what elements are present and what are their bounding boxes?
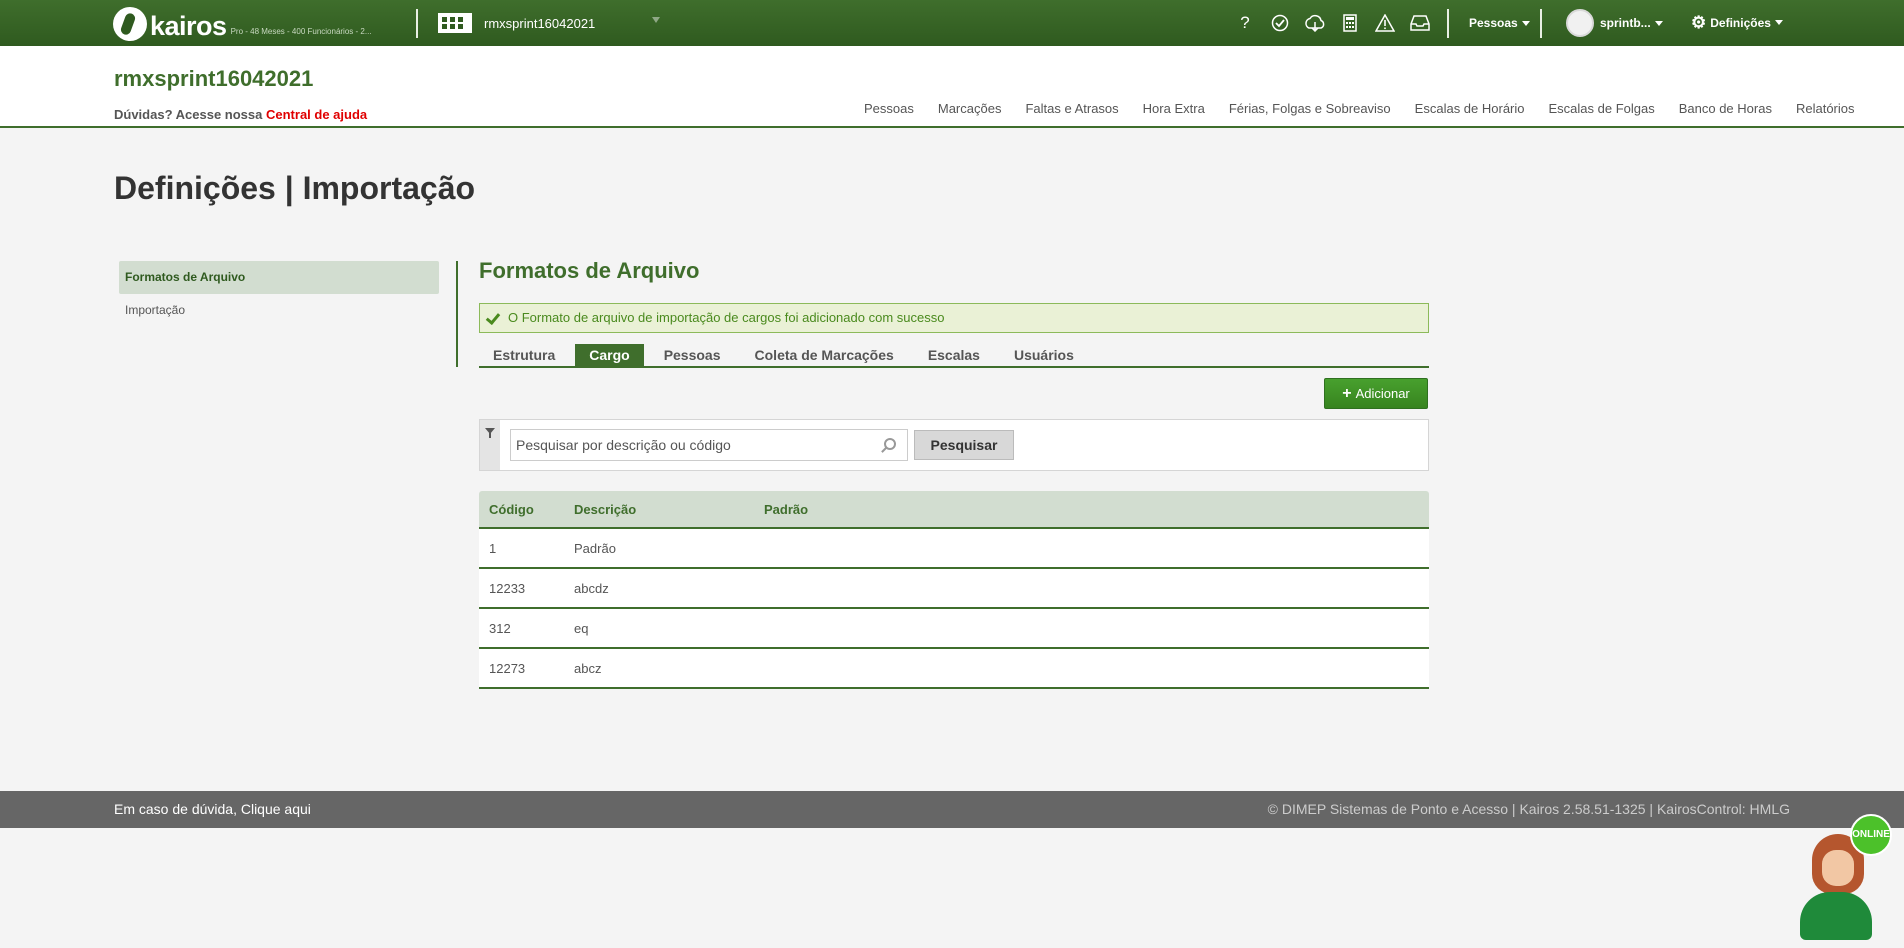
kairos-logo-icon — [113, 7, 147, 41]
company-name: rmxsprint16042021 — [484, 15, 596, 31]
cell-codigo: 12273 — [489, 660, 526, 676]
nav-relatorios[interactable]: Relatórios — [1796, 101, 1855, 116]
tab-estrutura[interactable]: Estrutura — [479, 344, 569, 366]
tab-cargo[interactable]: Cargo — [575, 344, 644, 366]
cell-descricao: Padrão — [574, 540, 616, 556]
section-title: Formatos de Arquivo — [479, 258, 700, 283]
add-button-label: Adicionar — [1355, 386, 1410, 401]
filter-icon[interactable] — [480, 420, 500, 470]
help-line: Dúvidas? Acesse nossa Central de ajuda — [114, 107, 367, 122]
divider — [1540, 9, 1542, 38]
top-bar: kairos Pro - 48 Meses - 400 Funcionários… — [0, 0, 1904, 46]
table-row[interactable]: 12273 abcz — [479, 649, 1429, 689]
search-button[interactable]: Pesquisar — [914, 430, 1014, 460]
check-badge-icon[interactable] — [1265, 10, 1295, 36]
nav-ferias-folgas[interactable]: Férias, Folgas e Sobreaviso — [1229, 101, 1391, 116]
divider — [1447, 9, 1449, 38]
divider — [456, 261, 458, 367]
avatar — [1566, 9, 1594, 37]
table-row[interactable]: 1 Padrão — [479, 529, 1429, 569]
results-table: Código Descrição Padrão 1 Padrão 12233 a… — [479, 491, 1429, 689]
support-agent-body — [1800, 892, 1872, 940]
tab-escalas[interactable]: Escalas — [914, 344, 994, 366]
cell-codigo: 12233 — [489, 580, 526, 596]
header: rmxsprint16042021 Dúvidas? Acesse nossa … — [0, 46, 1904, 128]
table-row[interactable]: 12233 abcdz — [479, 569, 1429, 609]
alert-message: O Formato de arquivo de importação de ca… — [508, 310, 945, 325]
cell-descricao: abcz — [574, 660, 602, 676]
inbox-icon[interactable] — [1405, 10, 1435, 36]
table-row[interactable]: 312 eq — [479, 609, 1429, 649]
user-menu[interactable]: sprintb... — [1566, 9, 1663, 37]
help-prefix: Dúvidas? Acesse nossa — [114, 107, 263, 122]
building-icon — [438, 13, 472, 33]
cell-descricao: abcdz — [574, 580, 609, 596]
nav-marcacoes[interactable]: Marcações — [938, 101, 1002, 116]
gear-icon: ⚙ — [1691, 13, 1707, 32]
help-icon[interactable]: ? — [1230, 10, 1260, 36]
company-selector[interactable]: rmxsprint16042021 — [438, 13, 595, 33]
plus-icon: + — [1342, 384, 1352, 402]
tab-usuarios[interactable]: Usuários — [1000, 344, 1088, 366]
cloud-sync-icon[interactable] — [1300, 10, 1330, 36]
tab-bar: Estrutura Cargo Pessoas Coleta de Marcaç… — [479, 344, 1429, 368]
chevron-down-icon — [1654, 20, 1663, 26]
kairos-logo[interactable]: kairos Pro - 48 Meses - 400 Funcionários… — [113, 5, 372, 41]
table-header: Código Descrição Padrão — [479, 491, 1429, 529]
nav-banco-horas[interactable]: Banco de Horas — [1679, 101, 1772, 116]
divider — [416, 9, 418, 38]
chat-widget[interactable]: ONLINE — [1790, 814, 1900, 948]
chevron-down-icon[interactable] — [652, 17, 660, 23]
chevron-down-icon — [1774, 20, 1783, 25]
settings-menu-label: Definições — [1710, 15, 1771, 30]
support-agent-face — [1822, 850, 1854, 886]
company-title: rmxsprint16042021 — [114, 66, 314, 91]
sidebar: Formatos de Arquivo Importação — [119, 261, 439, 327]
pessoas-menu[interactable]: Pessoas — [1469, 16, 1530, 30]
column-header-codigo[interactable]: Código — [479, 502, 574, 517]
nav-escalas-horario[interactable]: Escalas de Horário — [1415, 101, 1525, 116]
column-header-descricao[interactable]: Descrição — [574, 502, 764, 517]
chevron-down-icon — [1521, 21, 1530, 27]
help-center-link[interactable]: Central de ajuda — [266, 107, 367, 122]
tab-pessoas[interactable]: Pessoas — [650, 344, 735, 366]
success-alert: O Formato de arquivo de importação de ca… — [479, 303, 1429, 333]
nav-pessoas[interactable]: Pessoas — [864, 101, 914, 116]
sidebar-item-formatos-arquivo[interactable]: Formatos de Arquivo — [119, 261, 439, 294]
cell-codigo: 312 — [489, 620, 511, 636]
calculator-icon[interactable] — [1335, 10, 1365, 36]
tab-coleta-marcacoes[interactable]: Coleta de Marcações — [741, 344, 908, 366]
nav-hora-extra[interactable]: Hora Extra — [1143, 101, 1205, 116]
sidebar-item-importacao[interactable]: Importação — [119, 294, 439, 327]
filter-panel: Pesquisar — [479, 419, 1429, 471]
toolbar-icons: ? — [1230, 10, 1440, 36]
logo-text: kairos — [150, 11, 227, 41]
main-content: Formatos de Arquivo O Formato de arquivo… — [479, 258, 1429, 689]
nav-escalas-folgas[interactable]: Escalas de Folgas — [1549, 101, 1655, 116]
footer: Em caso de dúvida, Clique aqui © DIMEP S… — [0, 791, 1904, 828]
footer-copyright: © DIMEP Sistemas de Ponto e Acesso | Kai… — [1267, 801, 1790, 817]
settings-menu[interactable]: ⚙ Definições — [1691, 14, 1783, 31]
main-nav: Pessoas Marcações Faltas e Atrasos Hora … — [864, 101, 1855, 116]
warning-icon[interactable] — [1370, 10, 1400, 36]
search-input[interactable] — [510, 429, 908, 461]
cell-codigo: 1 — [489, 540, 497, 556]
cell-descricao: eq — [574, 620, 589, 636]
user-name: sprintb... — [1600, 16, 1651, 30]
check-icon — [486, 311, 500, 325]
search-icon[interactable] — [884, 438, 896, 450]
column-header-padrao[interactable]: Padrão — [764, 502, 964, 517]
plan-info: Pro - 48 Meses - 400 Funcionários - 2... — [230, 27, 372, 36]
page-title: Definições | Importação — [114, 170, 476, 206]
pessoas-menu-label: Pessoas — [1469, 16, 1518, 30]
online-badge: ONLINE — [1850, 814, 1892, 856]
add-button[interactable]: + Adicionar — [1324, 378, 1428, 409]
nav-faltas-atrasos[interactable]: Faltas e Atrasos — [1025, 101, 1118, 116]
footer-help-link[interactable]: Em caso de dúvida, Clique aqui — [114, 801, 311, 817]
